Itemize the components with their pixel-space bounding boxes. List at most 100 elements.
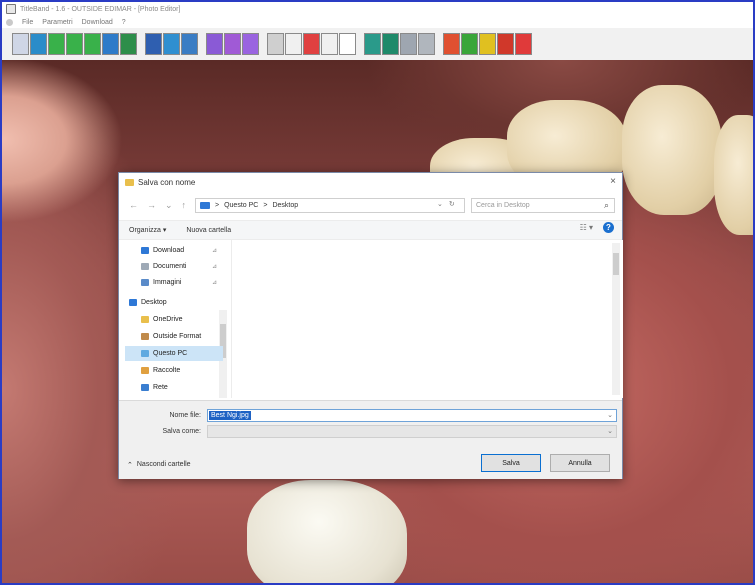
zoom-icon[interactable] <box>242 33 259 55</box>
exit-icon[interactable] <box>497 33 514 55</box>
filetype-dropdown-icon[interactable]: ⌄ <box>607 427 613 435</box>
print-icon[interactable] <box>364 33 381 55</box>
breadcrumb-separator: > <box>215 202 220 209</box>
search-placeholder: Cerca in Desktop <box>476 202 530 209</box>
menu-item-help[interactable]: ? <box>122 19 126 26</box>
app-icon <box>6 4 16 14</box>
nav-item-label: Desktop <box>141 299 167 306</box>
menu-bar: File Parametri Download ? <box>2 16 753 28</box>
portrait-icon[interactable] <box>145 33 162 55</box>
nav-item-onedrive[interactable]: OneDrive <box>125 312 223 327</box>
frame-icon[interactable] <box>267 33 284 55</box>
hide-folders-toggle[interactable]: ⌃ Nascondi cartelle <box>127 461 191 469</box>
dialog-title: Salva con nome <box>138 177 196 187</box>
back-arrow-icon[interactable]: ← <box>129 200 138 210</box>
filename-dropdown-icon[interactable]: ⌄ <box>607 411 613 419</box>
nav-item-label: Immagini <box>153 279 182 286</box>
filetype-select[interactable]: ⌄ <box>207 425 617 438</box>
nav-item-label: Documenti <box>153 263 187 270</box>
nav-item-download[interactable]: Download ⊿ <box>125 243 223 258</box>
address-actions: ⌄ ↻ <box>437 200 455 208</box>
close-icon[interactable]: × <box>610 176 616 187</box>
save-options-area: Nome file: Best Ngi.jpg ⌄ Salva come: ⌄ … <box>119 400 622 479</box>
nav-item-label: Raccolte <box>153 367 181 374</box>
tooth-icon[interactable] <box>321 33 338 55</box>
onedrive-folder-icon <box>141 316 149 323</box>
save-icon[interactable] <box>382 33 399 55</box>
info-icon[interactable] <box>479 33 496 55</box>
nav-item-documenti[interactable]: Documenti ⊿ <box>125 259 223 274</box>
command-bar: Organizza ▾ Nuova cartella <box>119 220 622 240</box>
user-icon <box>141 333 149 340</box>
cancel-button[interactable]: Annulla <box>550 454 610 472</box>
file-list-pane[interactable] <box>231 240 623 398</box>
nav-item-outside-format[interactable]: Outside Format <box>125 329 223 344</box>
documents-icon <box>141 263 149 270</box>
nav-item-desktop[interactable]: Desktop <box>125 295 223 310</box>
target-icon[interactable] <box>339 33 356 55</box>
libraries-icon <box>141 367 149 374</box>
app-window: TitleBand - 1.6 - OUTSIDE EDIMAR - [Phot… <box>0 0 755 585</box>
filename-field[interactable]: Best Ngi.jpg ⌄ <box>207 409 617 422</box>
image-icon[interactable] <box>120 33 137 55</box>
new-folder-button[interactable]: Nuova cartella <box>186 227 231 234</box>
arrows-icon[interactable] <box>30 33 47 55</box>
dialog-folder-icon <box>125 178 134 186</box>
breadcrumb-desktop[interactable]: Desktop <box>272 202 298 209</box>
rotate-left-icon[interactable] <box>48 33 65 55</box>
pin-icon: ⊿ <box>211 280 217 286</box>
rotate-right-icon[interactable] <box>66 33 83 55</box>
height-icon[interactable] <box>224 33 241 55</box>
search-input[interactable]: Cerca in Desktop ⌕ <box>471 198 615 213</box>
up-arrow-icon[interactable]: ↑ <box>182 200 187 210</box>
file-scrollbar[interactable] <box>612 243 620 395</box>
grid-icon[interactable] <box>12 33 29 55</box>
pointer-icon[interactable] <box>285 33 302 55</box>
power-icon[interactable] <box>515 33 532 55</box>
nav-item-questo-pc[interactable]: Questo PC <box>125 346 223 361</box>
file-scroll-thumb[interactable] <box>613 253 619 275</box>
filename-label: Nome file: <box>169 412 201 419</box>
navigation-pane: Download ⊿ Documenti ⊿ Immagini ⊿ Desktop OneDr… <box>119 240 229 398</box>
upper-tooth <box>622 85 722 215</box>
filename-value[interactable]: Best Ngi.jpg <box>209 411 251 420</box>
upper-tooth <box>714 115 753 235</box>
lower-tooth <box>247 480 407 583</box>
menu-item-parametri[interactable]: Parametri <box>42 19 72 26</box>
this-pc-icon <box>141 350 149 357</box>
nav-item-rete[interactable]: Rete <box>125 380 223 395</box>
scan-icon[interactable] <box>400 33 417 55</box>
menu-item-download[interactable]: Download <box>82 19 113 26</box>
lips-icon[interactable] <box>303 33 320 55</box>
organize-button[interactable]: Organizza ▾ <box>129 226 166 234</box>
app-menu-icon[interactable] <box>6 18 13 26</box>
contrast-icon[interactable] <box>181 33 198 55</box>
search-icon: ⌕ <box>603 200 609 210</box>
landscape-icon[interactable] <box>163 33 180 55</box>
flip-icon[interactable] <box>84 33 101 55</box>
document-icon[interactable] <box>418 33 435 55</box>
filetype-label: Salva come: <box>162 428 201 435</box>
refresh-icon[interactable]: ↻ <box>449 200 455 208</box>
view-options-icon[interactable]: ☷ ▾ <box>580 223 593 232</box>
pdf-icon[interactable] <box>443 33 460 55</box>
help-icon[interactable]: ? <box>603 222 614 233</box>
crop-icon[interactable] <box>102 33 119 55</box>
width-icon[interactable] <box>206 33 223 55</box>
check-icon[interactable] <box>461 33 478 55</box>
window-title: TitleBand - 1.6 - OUTSIDE EDIMAR - [Phot… <box>20 5 181 13</box>
hide-folders-label: Nascondi cartelle <box>136 461 191 468</box>
address-bar[interactable]: > Questo PC > Desktop <box>195 198 465 213</box>
nav-item-immagini[interactable]: Immagini ⊿ <box>125 275 223 290</box>
network-icon <box>141 384 149 391</box>
save-button[interactable]: Salva <box>481 454 541 472</box>
title-bar: TitleBand - 1.6 - OUTSIDE EDIMAR - [Phot… <box>2 2 753 16</box>
recent-locations-chevron-icon[interactable]: ⌄ <box>165 200 173 211</box>
nav-item-raccolte[interactable]: Raccolte <box>125 363 223 378</box>
address-dropdown-icon[interactable]: ⌄ <box>437 200 443 208</box>
breadcrumb-this-pc[interactable]: Questo PC <box>224 202 258 209</box>
chevron-up-icon: ⌃ <box>127 462 133 469</box>
menu-item-file[interactable]: File <box>22 19 33 26</box>
forward-arrow-icon[interactable]: → <box>147 200 156 210</box>
nav-item-label: Outside Format <box>153 333 202 340</box>
